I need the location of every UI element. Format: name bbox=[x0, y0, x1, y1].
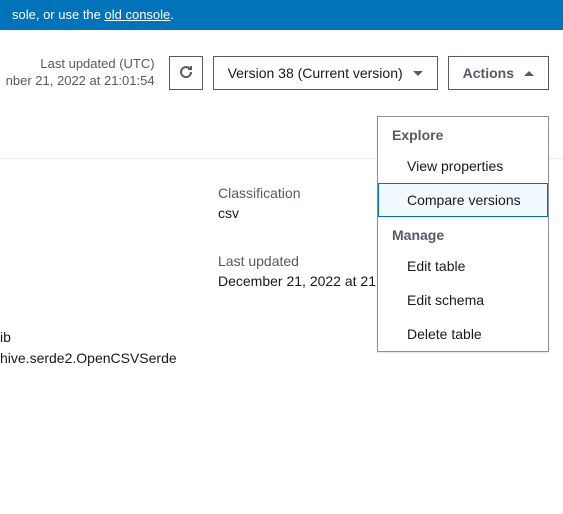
banner-text-prefix: sole, or use the bbox=[12, 7, 105, 22]
banner-text-suffix: . bbox=[170, 7, 174, 22]
chevron-up-icon bbox=[524, 71, 534, 76]
dropdown-section-manage: Manage bbox=[378, 217, 548, 249]
dropdown-item-edit-table[interactable]: Edit table bbox=[378, 249, 548, 283]
version-select-label: Version 38 (Current version) bbox=[228, 65, 403, 81]
old-console-link[interactable]: old console bbox=[105, 7, 171, 22]
refresh-icon bbox=[178, 64, 194, 83]
actions-button[interactable]: Actions bbox=[448, 56, 549, 90]
dropdown-item-view-properties[interactable]: View properties bbox=[378, 149, 548, 183]
dropdown-item-delete-table[interactable]: Delete table bbox=[378, 317, 548, 351]
chevron-down-icon bbox=[413, 71, 423, 76]
version-select[interactable]: Version 38 (Current version) bbox=[213, 56, 438, 90]
toolbar: Last updated (UTC) nber 21, 2022 at 21:0… bbox=[0, 30, 563, 102]
dropdown-item-compare-versions[interactable]: Compare versions bbox=[378, 183, 548, 217]
actions-button-label: Actions bbox=[463, 65, 514, 81]
dropdown-item-edit-schema[interactable]: Edit schema bbox=[378, 283, 548, 317]
last-updated-value: nber 21, 2022 at 21:01:54 bbox=[6, 73, 155, 90]
last-updated-label: Last updated (UTC) bbox=[6, 56, 155, 73]
dropdown-section-explore: Explore bbox=[378, 117, 548, 149]
actions-dropdown: Explore View properties Compare versions… bbox=[377, 116, 549, 352]
info-banner: sole, or use the old console. bbox=[0, 0, 563, 30]
refresh-button[interactable] bbox=[169, 56, 203, 90]
last-updated-block: Last updated (UTC) nber 21, 2022 at 21:0… bbox=[6, 56, 155, 90]
